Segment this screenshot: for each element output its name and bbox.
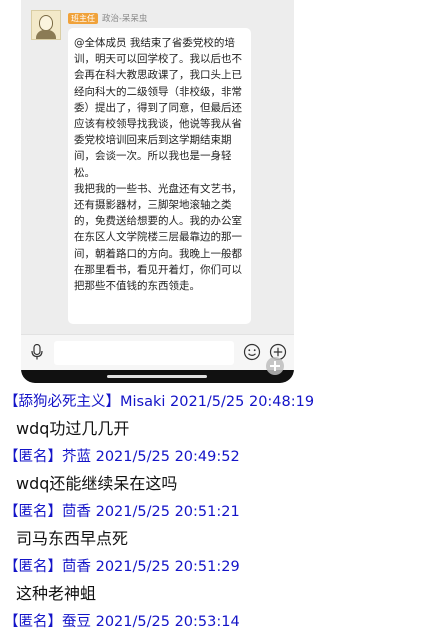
message-paragraph: @全体成员 我结束了省委党校的培训，明天可以回学校了。我以后也不会再在科大教思政… xyxy=(74,37,242,179)
message-bubble[interactable]: @全体成员 我结束了省委党校的培训，明天可以回学校了。我以后也不会再在科大教思政… xyxy=(68,28,251,324)
comment-meta[interactable]: 【匿名】茴香 2021/5/25 20:51:29 xyxy=(4,557,240,577)
comment-item: 【舔狗必死主义】Misaki 2021/5/25 20:48:19 wdq功过几… xyxy=(0,392,425,447)
comment-item: 【匿名】茴香 2021/5/25 20:51:21 司马东西早点死 xyxy=(0,502,425,557)
message-paragraph: 我把我的一些书、光盘还有文艺书，还有摄影器材，三脚架地滚轴之类的，免费送给想要的… xyxy=(74,182,242,293)
microphone-icon[interactable] xyxy=(31,344,43,360)
avatar[interactable] xyxy=(31,10,61,40)
home-strip xyxy=(21,370,294,383)
comment-list: 【舔狗必死主义】Misaki 2021/5/25 20:48:19 wdq功过几… xyxy=(0,392,425,644)
comment-item: 【匿名】芥蓝 2021/5/25 20:49:52 wdq还能继续呆在这吗 xyxy=(0,447,425,502)
comment-text: 司马东西早点死 xyxy=(16,529,129,548)
role-badge: 班主任 xyxy=(68,12,98,24)
emoji-icon[interactable] xyxy=(243,343,261,361)
comment-text: 这种老神蛆 xyxy=(16,584,97,603)
comment-text: wdq功过几几开 xyxy=(16,419,130,438)
comment-meta[interactable]: 【匿名】芥蓝 2021/5/25 20:49:52 xyxy=(4,447,240,467)
avatar-body xyxy=(36,30,56,39)
comment-text: wdq还能继续呆在这吗 xyxy=(16,474,178,493)
comment-meta[interactable]: 【匿名】茴香 2021/5/25 20:51:21 xyxy=(4,502,240,522)
page: 班主任 政治-呆呆虫 @全体成员 我结束了省委党校的培训，明天可以回学校了。我以… xyxy=(0,0,425,644)
group-chat-screenshot: 班主任 政治-呆呆虫 @全体成员 我结束了省委党校的培训，明天可以回学校了。我以… xyxy=(21,0,294,383)
sender-row: 班主任 政治-呆呆虫 xyxy=(68,12,147,24)
comment-meta[interactable]: 【匿名】蚕豆 2021/5/25 20:53:14 xyxy=(4,612,240,632)
chat-area: 班主任 政治-呆呆虫 @全体成员 我结束了省委党校的培训，明天可以回学校了。我以… xyxy=(21,0,294,334)
sender-name: 政治-呆呆虫 xyxy=(102,13,148,23)
message-input[interactable] xyxy=(54,341,234,365)
floating-add-icon[interactable] xyxy=(265,356,285,376)
home-indicator[interactable] xyxy=(107,375,207,378)
chat-input-bar xyxy=(21,334,294,370)
avatar-face xyxy=(39,15,53,31)
comment-meta[interactable]: 【舔狗必死主义】Misaki 2021/5/25 20:48:19 xyxy=(4,392,314,412)
comment-item: 【匿名】茴香 2021/5/25 20:51:29 这种老神蛆 xyxy=(0,557,425,612)
comment-item: 【匿名】蚕豆 2021/5/25 20:53:14 xyxy=(0,612,425,644)
